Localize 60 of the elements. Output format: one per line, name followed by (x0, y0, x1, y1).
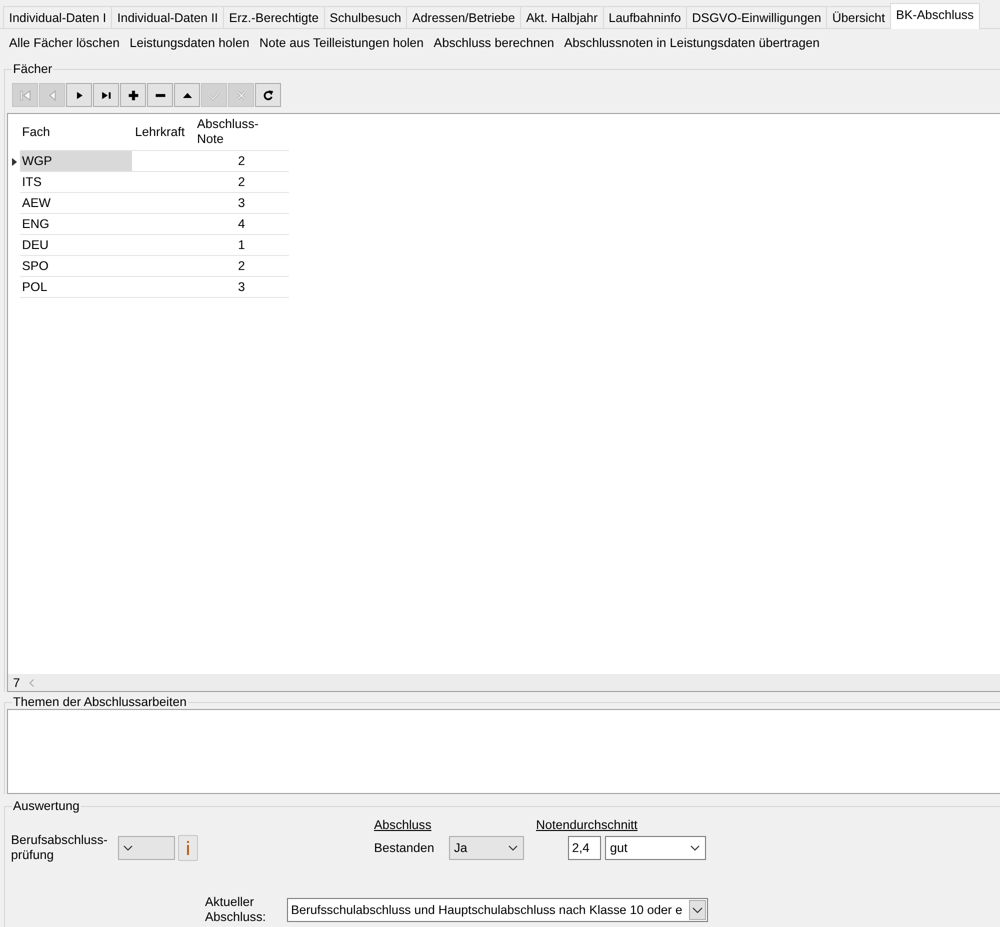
refresh-icon (262, 90, 274, 100)
table-cell[interactable]: ITS (20, 172, 132, 192)
action-button[interactable]: Abschlussnoten in Leistungsdaten übertragen (559, 36, 825, 50)
table-cell-text: 2 (236, 154, 246, 168)
record-count: 7 (13, 676, 20, 690)
add-button[interactable] (120, 83, 146, 107)
column-header: Lehrkraft (134, 125, 186, 139)
dropdown[interactable]: Berufsschulabschluss und Hauptschulabschluss nach Klasse 10 oder e (287, 898, 708, 922)
tab[interactable]: Erz.-Berechtigte (223, 6, 325, 28)
column-header: Abschluss- Note (196, 117, 260, 147)
last-record-button[interactable] (93, 83, 119, 107)
action-button[interactable]: Alle Fächer löschen (4, 36, 125, 50)
row-indicator-icon (12, 158, 16, 166)
skip-back-icon (20, 90, 30, 100)
table-cell-text: 3 (236, 280, 246, 294)
action-button[interactable]: Note aus Teilleistungen holen (254, 36, 429, 50)
table-cell-text: 4 (236, 216, 246, 232)
section-heading: Abschluss (374, 818, 432, 832)
section-heading: Notendurchschnitt (536, 818, 638, 832)
tab[interactable]: Akt. Halbjahr (520, 6, 604, 28)
chevron-down-icon (123, 845, 133, 851)
table-cell[interactable]: POL (20, 277, 132, 297)
plus-icon (128, 90, 138, 100)
dropdown[interactable]: gut (605, 836, 706, 860)
triangle-left-icon (46, 90, 58, 100)
group-title: Themen der Abschlussarbeiten (12, 695, 188, 709)
info-button[interactable] (178, 835, 198, 861)
chevron-down-icon (689, 900, 706, 920)
delete-button[interactable] (147, 83, 173, 107)
skip-forward-icon (100, 90, 112, 100)
table-cell-text: 2 (236, 258, 246, 274)
checkmark-icon (208, 90, 220, 100)
next-record-button[interactable] (66, 83, 92, 107)
tab[interactable]: BK-Abschluss (890, 3, 980, 29)
table-cell-text: 2 (236, 174, 246, 190)
info-icon (186, 841, 190, 855)
column-header: Fach (21, 124, 51, 141)
table-cell[interactable]: SPO (20, 256, 132, 276)
chevron-down-icon (690, 845, 700, 851)
field-label: Aktueller Abschluss: (205, 895, 267, 925)
edit-button[interactable] (174, 83, 200, 107)
action-button[interactable]: Leistungsdaten holen (124, 36, 254, 50)
table-cell-text: 3 (236, 196, 246, 210)
group-title: Fächer (12, 62, 54, 76)
table-cell-text: 1 (236, 238, 246, 252)
tab[interactable]: DSGVO-Einwilligungen (686, 6, 828, 28)
table-cell[interactable]: AEW (20, 193, 132, 213)
table-cell[interactable]: ENG (20, 214, 132, 234)
chevron-down-icon (508, 845, 518, 851)
field-label: Berufsabschluss- prüfung (11, 833, 109, 863)
average-field[interactable]: 2,4 (568, 836, 601, 860)
table-cell[interactable]: WGP (20, 151, 132, 171)
group-title: Auswertung (12, 799, 81, 813)
action-button[interactable]: Abschluss berechnen (428, 36, 560, 50)
cross-icon (236, 90, 246, 100)
refresh-button[interactable] (255, 83, 281, 107)
tab[interactable]: Individual-Daten I (3, 6, 112, 28)
chevron-left-icon[interactable] (29, 678, 34, 686)
table-cell[interactable]: DEU (20, 235, 132, 255)
field-label: Bestanden (374, 840, 436, 856)
